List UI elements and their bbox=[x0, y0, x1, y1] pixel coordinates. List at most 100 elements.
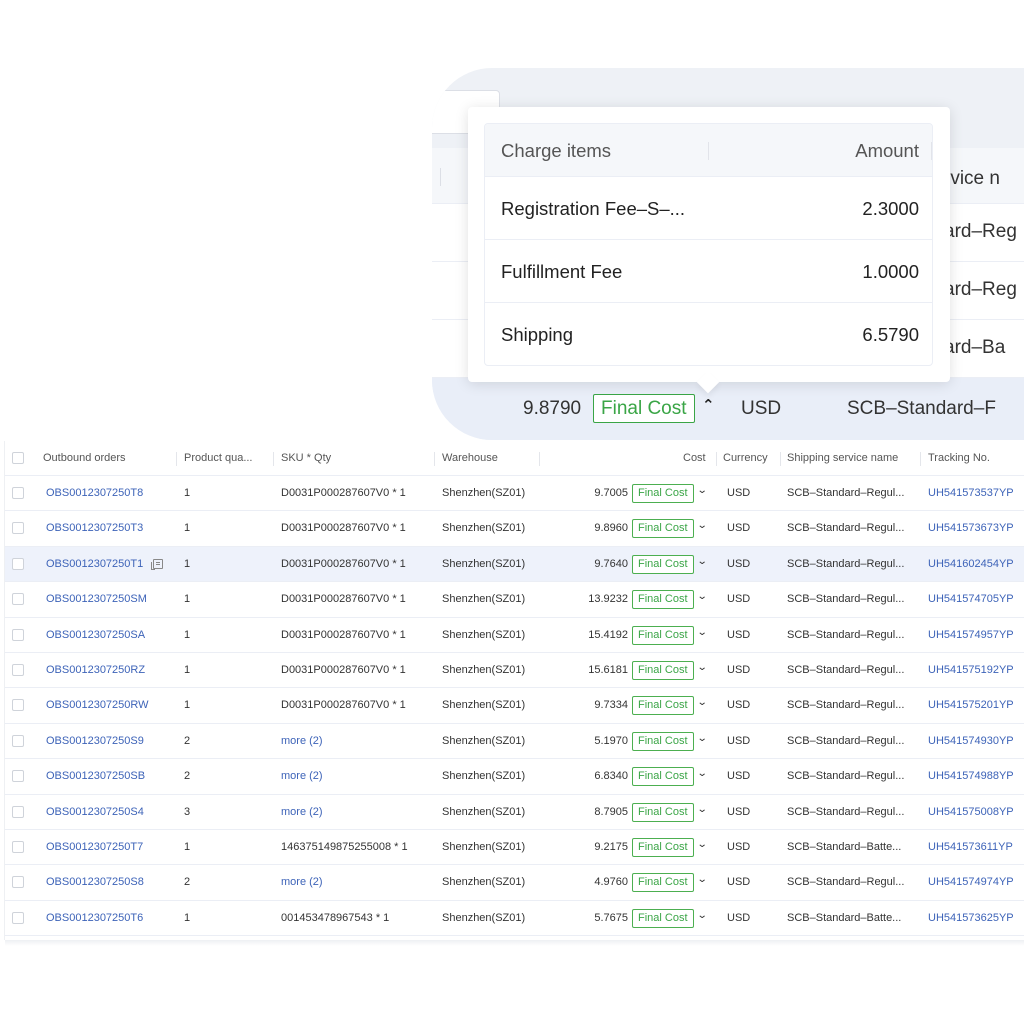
column-header-currency[interactable]: Currency bbox=[723, 452, 768, 464]
row-checkbox[interactable] bbox=[12, 770, 24, 783]
sku-more-link[interactable]: more (2) bbox=[281, 735, 323, 747]
outbound-order-link[interactable]: OBS0012307250S9 bbox=[46, 735, 144, 747]
row-checkbox[interactable] bbox=[12, 699, 24, 712]
table-row[interactable]: OBS0012307250SM 1 D0031P000287607V0 * 1 She… bbox=[5, 582, 1024, 618]
tracking-number-link[interactable]: UH541574974YP bbox=[928, 876, 1014, 888]
final-cost-tag[interactable]: Final Cost bbox=[632, 519, 694, 539]
outbound-order-link[interactable]: OBS0012307250RW bbox=[46, 699, 149, 711]
tracking-number-link[interactable]: UH541575201YP bbox=[928, 699, 1014, 711]
row-checkbox[interactable] bbox=[12, 841, 24, 853]
final-cost-tag[interactable]: Final Cost bbox=[632, 554, 694, 574]
tracking-number-link[interactable]: UH541573625YP bbox=[928, 912, 1014, 924]
chevron-down-icon[interactable]: ⌄ bbox=[697, 733, 708, 744]
tracking-number-link[interactable]: UH541574957YP bbox=[928, 629, 1014, 641]
table-row[interactable]: OBS0012307250T1 1 D0031P000287607V0 * 1 She… bbox=[5, 546, 1024, 583]
column-header-outbound-orders[interactable]: Outbound orders bbox=[43, 452, 126, 464]
tracking-number-link[interactable]: UH541575008YP bbox=[928, 806, 1014, 818]
final-cost-tag[interactable]: Final Cost bbox=[632, 696, 694, 716]
chevron-down-icon[interactable]: ⌄ bbox=[697, 662, 708, 673]
chevron-down-icon[interactable]: ⌄ bbox=[697, 697, 708, 708]
tracking-number-link[interactable]: UH541573537YP bbox=[928, 487, 1014, 499]
chevron-down-icon[interactable]: ⌄ bbox=[697, 627, 708, 638]
table-row[interactable]: OBS0012307250RW 1 D0031P000287607V0 * 1 She… bbox=[5, 688, 1024, 724]
outbound-order-link[interactable]: OBS0012307250T8 bbox=[46, 487, 143, 499]
table-row[interactable]: OBS0012307250T8 1 D0031P000287607V0 * 1 She… bbox=[5, 476, 1024, 512]
row-checkbox[interactable] bbox=[12, 557, 24, 570]
table-row[interactable]: OBS0012307250T7 1 146375149875255008 * 1 Sh… bbox=[5, 830, 1024, 866]
chevron-down-icon[interactable]: ⌄ bbox=[697, 485, 708, 496]
row-checkbox[interactable] bbox=[12, 664, 24, 676]
outbound-order-link[interactable]: OBS0012307250S8 bbox=[46, 876, 144, 888]
row-checkbox[interactable] bbox=[12, 593, 24, 606]
tracking-number-link[interactable]: UH541574988YP bbox=[928, 770, 1014, 782]
final-cost-tag[interactable]: Final Cost bbox=[632, 625, 694, 645]
row-checkbox[interactable] bbox=[12, 805, 24, 818]
final-cost-tag[interactable]: Final Cost bbox=[632, 908, 694, 928]
outbound-order-link[interactable]: OBS0012307250SA bbox=[46, 629, 145, 641]
chevron-down-icon[interactable]: ⌄ bbox=[697, 520, 708, 531]
row-checkbox[interactable] bbox=[12, 628, 24, 641]
tracking-number-link[interactable]: UH541573673YP bbox=[928, 522, 1014, 534]
table-row[interactable]: OBS0012307250SB 2 more (2) Shenzhen(SZ01) 6.… bbox=[5, 759, 1024, 795]
column-header-shipping-service[interactable]: Shipping service name bbox=[787, 452, 898, 464]
outbound-order-link[interactable]: OBS0012307250T1 bbox=[46, 558, 143, 570]
outbound-order-link[interactable]: OBS0012307250S4 bbox=[46, 806, 144, 818]
column-divider[interactable] bbox=[780, 452, 781, 466]
table-row[interactable]: OBS0012307250SA 1 D0031P000287607V0 * 1 She… bbox=[5, 617, 1024, 653]
sku-more-link[interactable]: more (2) bbox=[281, 770, 323, 782]
outbound-order-link[interactable]: OBS0012307250SB bbox=[46, 770, 145, 782]
table-row[interactable]: OBS0012307250T6 1 001453478967543 * 1 Shenz… bbox=[5, 900, 1024, 937]
select-all-checkbox[interactable] bbox=[12, 452, 24, 464]
column-divider[interactable] bbox=[434, 452, 435, 466]
table-row[interactable]: OBS0012307250RZ 1 D0031P000287607V0 * 1 She… bbox=[5, 653, 1024, 689]
row-checkbox[interactable] bbox=[12, 911, 24, 924]
final-cost-tag[interactable]: Final Cost bbox=[632, 661, 694, 680]
column-header-cost[interactable]: Cost bbox=[683, 452, 706, 464]
table-row[interactable]: OBS0012307250S9 2 more (2) Shenzhen(SZ01) 5.… bbox=[5, 723, 1024, 760]
outbound-order-link[interactable]: OBS0012307250T3 bbox=[46, 522, 143, 534]
final-cost-tag[interactable]: Final Cost bbox=[632, 873, 694, 893]
column-header-warehouse[interactable]: Warehouse bbox=[442, 452, 498, 464]
column-divider[interactable] bbox=[273, 452, 274, 466]
tracking-number-link[interactable]: UH541575192YP bbox=[928, 664, 1014, 676]
tracking-number-link[interactable]: UH541574930YP bbox=[928, 735, 1014, 747]
column-divider[interactable] bbox=[920, 452, 921, 466]
column-header-tracking[interactable]: Tracking No. bbox=[928, 452, 990, 464]
row-checkbox[interactable] bbox=[12, 487, 24, 499]
row-checkbox[interactable] bbox=[12, 876, 24, 889]
table-row[interactable]: OBS0012307250S8 2 more (2) Shenzhen(SZ01) 4.… bbox=[5, 865, 1024, 901]
row-checkbox[interactable] bbox=[12, 522, 24, 535]
table-row[interactable]: OBS0012307250T3 1 D0031P000287607V0 * 1 She… bbox=[5, 511, 1024, 547]
outbound-order-link[interactable]: OBS0012307250SM bbox=[46, 593, 147, 605]
copy-icon[interactable] bbox=[151, 558, 163, 570]
chevron-down-icon[interactable]: ⌄ bbox=[697, 910, 708, 921]
sku-more-link[interactable]: more (2) bbox=[281, 876, 323, 888]
final-cost-tag[interactable]: Final Cost bbox=[632, 590, 694, 610]
outbound-order-link[interactable]: OBS0012307250T6 bbox=[46, 912, 143, 924]
tracking-number-link[interactable]: UH541602454YP bbox=[928, 558, 1014, 570]
final-cost-tag[interactable]: Final Cost bbox=[632, 484, 694, 503]
chevron-down-icon[interactable]: ⌄ bbox=[697, 556, 708, 567]
column-divider[interactable] bbox=[716, 452, 717, 466]
outbound-order-link[interactable]: OBS0012307250RZ bbox=[46, 664, 145, 676]
column-header-product-quantity[interactable]: Product qua... bbox=[184, 452, 253, 464]
chevron-up-icon[interactable]: ⌃ bbox=[702, 396, 715, 414]
final-cost-tag[interactable]: Final Cost bbox=[632, 802, 694, 822]
chevron-down-icon[interactable]: ⌄ bbox=[697, 591, 708, 602]
final-cost-tag[interactable]: Final Cost bbox=[593, 394, 695, 423]
chevron-down-icon[interactable]: ⌄ bbox=[697, 768, 708, 779]
sku-more-link[interactable]: more (2) bbox=[281, 806, 323, 818]
table-row[interactable]: OBS0012307250S4 3 more (2) Shenzhen(SZ01) 8.… bbox=[5, 794, 1024, 830]
outbound-order-link[interactable]: OBS0012307250T7 bbox=[46, 841, 143, 853]
final-cost-tag[interactable]: Final Cost bbox=[632, 731, 694, 751]
column-divider[interactable] bbox=[176, 452, 177, 466]
chevron-down-icon[interactable]: ⌄ bbox=[697, 874, 708, 885]
tracking-number-link[interactable]: UH541573611YP bbox=[928, 841, 1013, 853]
column-divider[interactable] bbox=[539, 452, 540, 466]
row-checkbox[interactable] bbox=[12, 734, 24, 747]
column-header-sku-qty[interactable]: SKU * Qty bbox=[281, 452, 331, 464]
tracking-number-link[interactable]: UH541574705YP bbox=[928, 593, 1014, 605]
final-cost-tag[interactable]: Final Cost bbox=[632, 838, 694, 857]
chevron-down-icon[interactable]: ⌄ bbox=[697, 804, 708, 815]
final-cost-tag[interactable]: Final Cost bbox=[632, 767, 694, 787]
